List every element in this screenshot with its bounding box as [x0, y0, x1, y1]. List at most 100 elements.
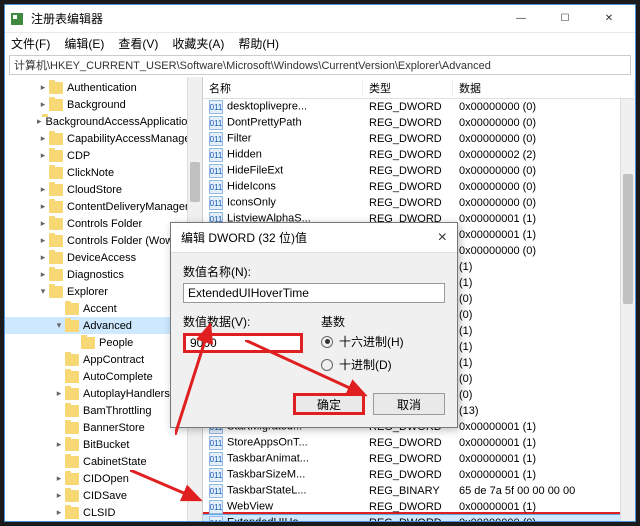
chevron-right-icon[interactable]: ▸: [37, 218, 49, 230]
close-button[interactable]: ✕: [587, 5, 631, 33]
radio-hex[interactable]: [321, 336, 333, 348]
tree-item-label: BitBucket: [83, 439, 129, 451]
list-row[interactable]: 011HideIconsREG_DWORD0x00000000 (0): [203, 179, 635, 195]
spacer: [53, 405, 65, 417]
tree-item[interactable]: ClickNote: [5, 164, 202, 181]
list-row[interactable]: 011StoreAppsOnT...REG_DWORD0x00000001 (1…: [203, 435, 635, 451]
dword-icon: 011: [209, 180, 223, 194]
radix-dec-row[interactable]: 十进制(D): [321, 356, 445, 373]
value-type: REG_DWORD: [363, 501, 453, 513]
list-row[interactable]: 011TaskbarSizeM...REG_DWORD0x00000001 (1…: [203, 467, 635, 483]
value-name: TaskbarAnimat...: [227, 453, 309, 465]
list-row[interactable]: 011FilterREG_DWORD0x00000000 (0): [203, 131, 635, 147]
menu-file[interactable]: 文件(F): [11, 35, 50, 52]
dword-icon: 011: [209, 164, 223, 178]
radio-dec[interactable]: [321, 359, 333, 371]
scroll-down-button[interactable]: [188, 506, 202, 521]
chevron-right-icon[interactable]: ▸: [37, 82, 49, 94]
value-data: (1): [453, 277, 635, 289]
tree-item[interactable]: ▸BackgroundAccessApplications: [5, 113, 202, 130]
folder-icon: [65, 473, 79, 485]
value-data: 0x00000000 (0): [453, 101, 635, 113]
radix-hex-row[interactable]: 十六进制(H): [321, 333, 445, 350]
tree-item[interactable]: ▸ContentDeliveryManager: [5, 198, 202, 215]
ok-button[interactable]: 确定: [293, 393, 365, 415]
cancel-button[interactable]: 取消: [373, 393, 445, 415]
tree-item[interactable]: ▸Authentication: [5, 79, 202, 96]
list-row[interactable]: 011HideFileExtREG_DWORD0x00000000 (0): [203, 163, 635, 179]
scroll-up-button[interactable]: [188, 77, 202, 92]
list-row[interactable]: 011TaskbarStateL...REG_BINARY65 de 7a 5f…: [203, 483, 635, 499]
col-header-type[interactable]: 类型: [363, 80, 453, 96]
tree-item[interactable]: ▸Background: [5, 96, 202, 113]
chevron-right-icon[interactable]: ▸: [37, 201, 49, 213]
chevron-right-icon[interactable]: ▸: [37, 184, 49, 196]
chevron-down-icon[interactable]: ▾: [37, 286, 49, 298]
value-data: (1): [453, 357, 635, 369]
list-row[interactable]: 011WebViewREG_DWORD0x00000001 (1): [203, 499, 635, 515]
list-row[interactable]: 011IconsOnlyREG_DWORD0x00000000 (0): [203, 195, 635, 211]
col-header-data[interactable]: 数据: [453, 80, 635, 96]
value-data-input[interactable]: [183, 333, 303, 353]
chevron-right-icon[interactable]: ▸: [37, 269, 49, 281]
value-name-input[interactable]: [183, 283, 445, 303]
chevron-right-icon[interactable]: ▸: [37, 133, 49, 145]
value-data: 0x00000001 (1): [453, 501, 635, 513]
scroll-thumb[interactable]: [623, 174, 633, 304]
tree-item-label: DeviceAccess: [67, 252, 136, 264]
dialog-titlebar: 编辑 DWORD (32 位)值 ×: [171, 223, 457, 253]
chevron-right-icon[interactable]: ▸: [53, 507, 65, 519]
scroll-down-button[interactable]: [621, 506, 635, 521]
tree-item[interactable]: ▸CLSID: [5, 504, 202, 521]
menu-help[interactable]: 帮助(H): [238, 35, 279, 52]
list-row[interactable]: 011ExtendedUIHo...REG_DWORD0x00000000 (0…: [203, 515, 635, 521]
value-data: 0x00000000 (0): [453, 517, 635, 521]
dword-icon: 011: [209, 196, 223, 210]
maximize-button[interactable]: ☐: [543, 5, 587, 33]
tree-item[interactable]: ▸ BitBucket: [5, 436, 202, 453]
chevron-right-icon[interactable]: ▸: [37, 235, 49, 247]
folder-icon: [49, 184, 63, 196]
dialog-title: 编辑 DWORD (32 位)值: [181, 229, 438, 246]
tree-item-label: Diagnostics: [67, 269, 124, 281]
tree-item[interactable]: ▸CIDSave: [5, 487, 202, 504]
chevron-right-icon[interactable]: ▸: [53, 439, 65, 451]
tree-item[interactable]: ▸CDP: [5, 147, 202, 164]
list-row[interactable]: 011DontPrettyPathREG_DWORD0x00000000 (0): [203, 115, 635, 131]
scroll-up-button[interactable]: [621, 99, 635, 114]
menu-fav[interactable]: 收藏夹(A): [172, 35, 224, 52]
dword-icon: 011: [209, 500, 223, 514]
chevron-right-icon[interactable]: ▸: [37, 150, 49, 162]
tree-item-label: AutoplayHandlers: [83, 388, 170, 400]
scroll-thumb[interactable]: [190, 162, 200, 202]
chevron-right-icon[interactable]: ▸: [53, 490, 65, 502]
folder-icon: [65, 439, 79, 451]
list-row[interactable]: 011TaskbarAnimat...REG_DWORD0x00000001 (…: [203, 451, 635, 467]
folder-icon: [65, 507, 79, 519]
list-row[interactable]: 011HiddenREG_DWORD0x00000002 (2): [203, 147, 635, 163]
dialog-close-button[interactable]: ×: [438, 229, 447, 247]
value-data: 0x00000001 (1): [453, 229, 635, 241]
tree-item[interactable]: ▸CloudStore: [5, 181, 202, 198]
edit-dword-dialog: 编辑 DWORD (32 位)值 × 数值名称(N): 数值数据(V): 基数 …: [170, 222, 458, 428]
chevron-right-icon[interactable]: ▸: [37, 252, 49, 264]
chevron-right-icon[interactable]: ▸: [37, 116, 42, 128]
tree-item[interactable]: ▸CapabilityAccessManager: [5, 130, 202, 147]
list-scrollbar[interactable]: [620, 99, 635, 521]
chevron-down-icon[interactable]: ▾: [53, 320, 65, 332]
chevron-right-icon[interactable]: ▸: [37, 99, 49, 111]
minimize-button[interactable]: —: [499, 5, 543, 33]
folder-icon: [49, 133, 63, 145]
chevron-right-icon[interactable]: ▸: [53, 388, 65, 400]
address-bar[interactable]: 计算机\HKEY_CURRENT_USER\Software\Microsoft…: [9, 55, 631, 75]
folder-icon: [65, 456, 79, 468]
col-header-name[interactable]: 名称: [203, 80, 363, 96]
menu-edit[interactable]: 编辑(E): [64, 35, 104, 52]
list-row[interactable]: 011desktoplivepre...REG_DWORD0x00000000 …: [203, 99, 635, 115]
address-text: 计算机\HKEY_CURRENT_USER\Software\Microsoft…: [14, 57, 491, 73]
tree-item[interactable]: CabinetState: [5, 453, 202, 470]
tree-item[interactable]: ▸CIDOpen: [5, 470, 202, 487]
chevron-right-icon[interactable]: ▸: [53, 473, 65, 485]
folder-icon: [65, 354, 79, 366]
menu-view[interactable]: 查看(V): [118, 35, 158, 52]
